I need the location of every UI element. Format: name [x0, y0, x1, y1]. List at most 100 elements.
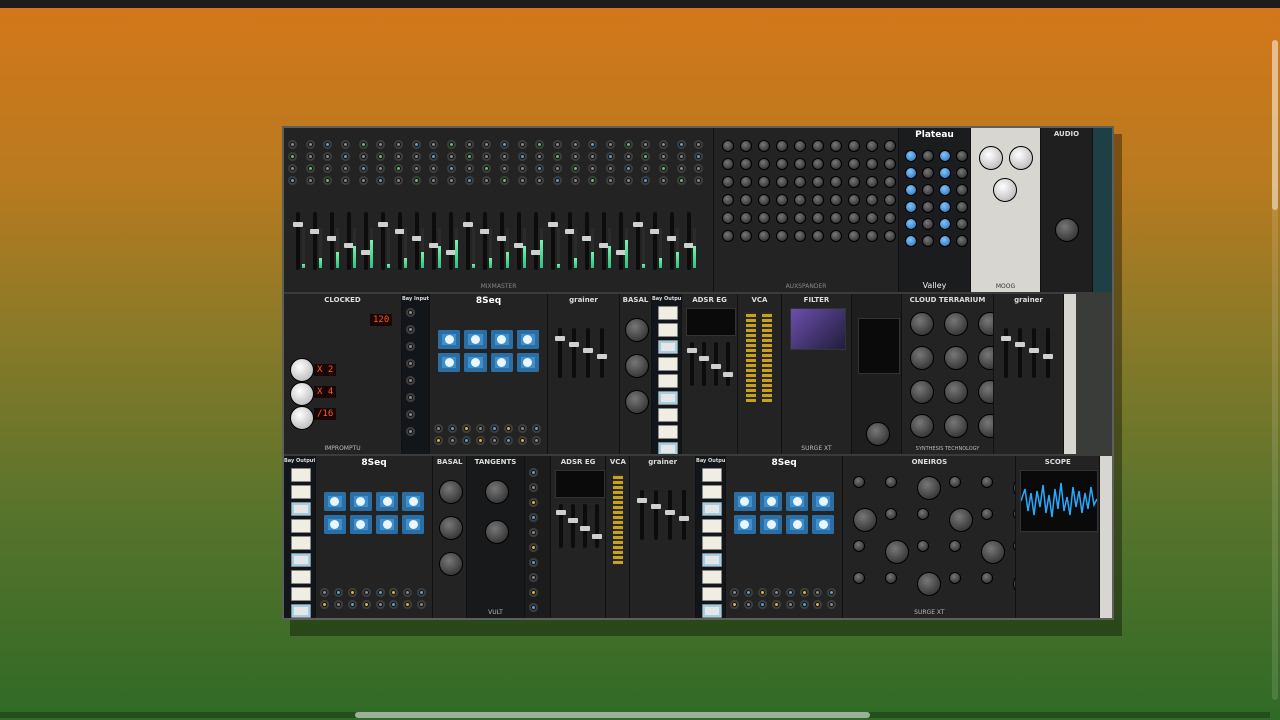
input-jack[interactable] — [464, 164, 474, 173]
input-jack[interactable] — [411, 176, 421, 185]
aux-knob[interactable] — [812, 212, 824, 224]
seq-jack[interactable] — [417, 588, 427, 597]
seq-jack[interactable] — [743, 600, 753, 609]
seq-jack[interactable] — [448, 436, 457, 445]
input-jack[interactable] — [606, 164, 615, 173]
channel-fader[interactable] — [582, 212, 592, 270]
cloud-knob[interactable] — [944, 380, 968, 404]
cloud-knob[interactable] — [910, 380, 934, 404]
input-jack[interactable] — [482, 164, 492, 173]
jack-strip[interactable] — [524, 456, 551, 618]
bay-button[interactable] — [291, 468, 311, 482]
seq-jack[interactable] — [799, 600, 809, 609]
input-jack[interactable] — [429, 152, 439, 161]
input-jack[interactable] — [358, 152, 368, 161]
oneiros-knob[interactable] — [853, 572, 866, 584]
input-jack[interactable] — [641, 140, 651, 149]
fader-cap-icon[interactable] — [569, 342, 579, 347]
channel-fader[interactable] — [650, 212, 660, 270]
aux-knob[interactable] — [866, 194, 878, 206]
mixmaster-module[interactable]: MIXMASTER — [284, 128, 714, 292]
input-jack[interactable] — [659, 176, 668, 185]
fader-cap-icon[interactable] — [583, 348, 593, 353]
mutable-knob[interactable] — [866, 422, 890, 446]
aux-knob[interactable] — [848, 140, 860, 152]
input-jack[interactable] — [305, 164, 315, 173]
adsr-fader[interactable] — [591, 504, 602, 548]
input-jack[interactable] — [358, 140, 368, 149]
grainer-fader[interactable] — [1001, 328, 1011, 378]
aux-knob[interactable] — [776, 212, 788, 224]
input-jack[interactable] — [623, 152, 633, 161]
bay-button[interactable] — [702, 553, 723, 567]
bay-button[interactable] — [291, 587, 311, 601]
cloud-knob[interactable] — [978, 346, 993, 370]
clock-knob-2[interactable] — [290, 382, 314, 406]
aux-knob[interactable] — [758, 230, 770, 242]
plateau-knob[interactable] — [939, 218, 951, 230]
adsr-fader[interactable] — [699, 342, 709, 386]
seq-jack[interactable] — [532, 436, 541, 445]
aux-knob[interactable] — [722, 176, 734, 188]
aux-knob[interactable] — [866, 176, 878, 188]
basal-pitch-knob[interactable] — [625, 318, 649, 342]
channel-fader[interactable] — [514, 212, 524, 270]
fader-cap-icon[interactable] — [567, 518, 578, 523]
oneiros-knob[interactable] — [949, 572, 962, 584]
fader-cap-icon[interactable] — [555, 336, 565, 341]
strip-jacks[interactable] — [528, 468, 546, 618]
input-jack[interactable] — [517, 140, 527, 149]
bay-button[interactable] — [658, 442, 678, 454]
input-jack[interactable] — [535, 164, 545, 173]
aux-knob[interactable] — [794, 212, 806, 224]
aux-knob[interactable] — [812, 158, 824, 170]
channel-fader[interactable] — [293, 212, 303, 270]
adsr-fader[interactable] — [579, 504, 590, 548]
cloud-knob[interactable] — [978, 380, 993, 404]
aux-knob[interactable] — [722, 158, 734, 170]
bay-output-module-2[interactable]: Bay Output — [284, 456, 316, 618]
plateau-knob[interactable] — [905, 167, 917, 179]
input-jack[interactable] — [553, 152, 562, 161]
input-jack[interactable] — [570, 164, 580, 173]
mog-module-2[interactable] — [1100, 456, 1112, 618]
oneiros-knob[interactable] — [949, 540, 962, 552]
plateau-knob[interactable] — [905, 218, 917, 230]
bay-button[interactable] — [702, 536, 723, 550]
bay-jack[interactable] — [406, 342, 415, 351]
seq-jack[interactable] — [785, 600, 795, 609]
step-pad[interactable] — [464, 353, 487, 372]
step-pad[interactable] — [516, 330, 539, 349]
bay-output-buttons[interactable] — [658, 306, 678, 454]
aux-knob[interactable] — [794, 158, 806, 170]
clocked-module[interactable]: CLOCKED 120 X 2 X 4 /16 IMPROMPTU — [284, 294, 402, 454]
bay-jack[interactable] — [406, 308, 415, 317]
moog-knob-1[interactable] — [979, 146, 1003, 170]
cloud-knob[interactable] — [910, 312, 934, 336]
input-jack[interactable] — [517, 164, 527, 173]
fader-cap-icon[interactable] — [378, 222, 388, 227]
horizontal-scrollbar[interactable] — [0, 712, 1270, 718]
input-jack[interactable] — [376, 164, 386, 173]
channel-fader[interactable] — [616, 212, 626, 270]
channel-fader[interactable] — [395, 212, 405, 270]
aux-knob[interactable] — [776, 140, 788, 152]
aux-knob[interactable] — [884, 194, 896, 206]
input-jack[interactable] — [447, 176, 456, 185]
plateau-knob[interactable] — [905, 201, 917, 213]
input-jack[interactable] — [447, 164, 456, 173]
bay-button[interactable] — [658, 340, 678, 354]
input-jack[interactable] — [323, 164, 333, 173]
grainer-fader[interactable] — [679, 490, 690, 540]
plateau-knob[interactable] — [905, 150, 917, 162]
bay-button[interactable] — [702, 468, 723, 482]
aux-knob[interactable] — [830, 230, 842, 242]
step-pad[interactable] — [402, 515, 425, 534]
horizontal-scroll-thumb[interactable] — [355, 712, 870, 718]
aux-knob[interactable] — [794, 230, 806, 242]
channel-fader[interactable] — [310, 212, 320, 270]
fader-cap-icon[interactable] — [651, 504, 662, 509]
aux-knob[interactable] — [848, 194, 860, 206]
grainer-module-3[interactable]: grainer — [630, 456, 697, 618]
input-jack[interactable] — [553, 176, 562, 185]
